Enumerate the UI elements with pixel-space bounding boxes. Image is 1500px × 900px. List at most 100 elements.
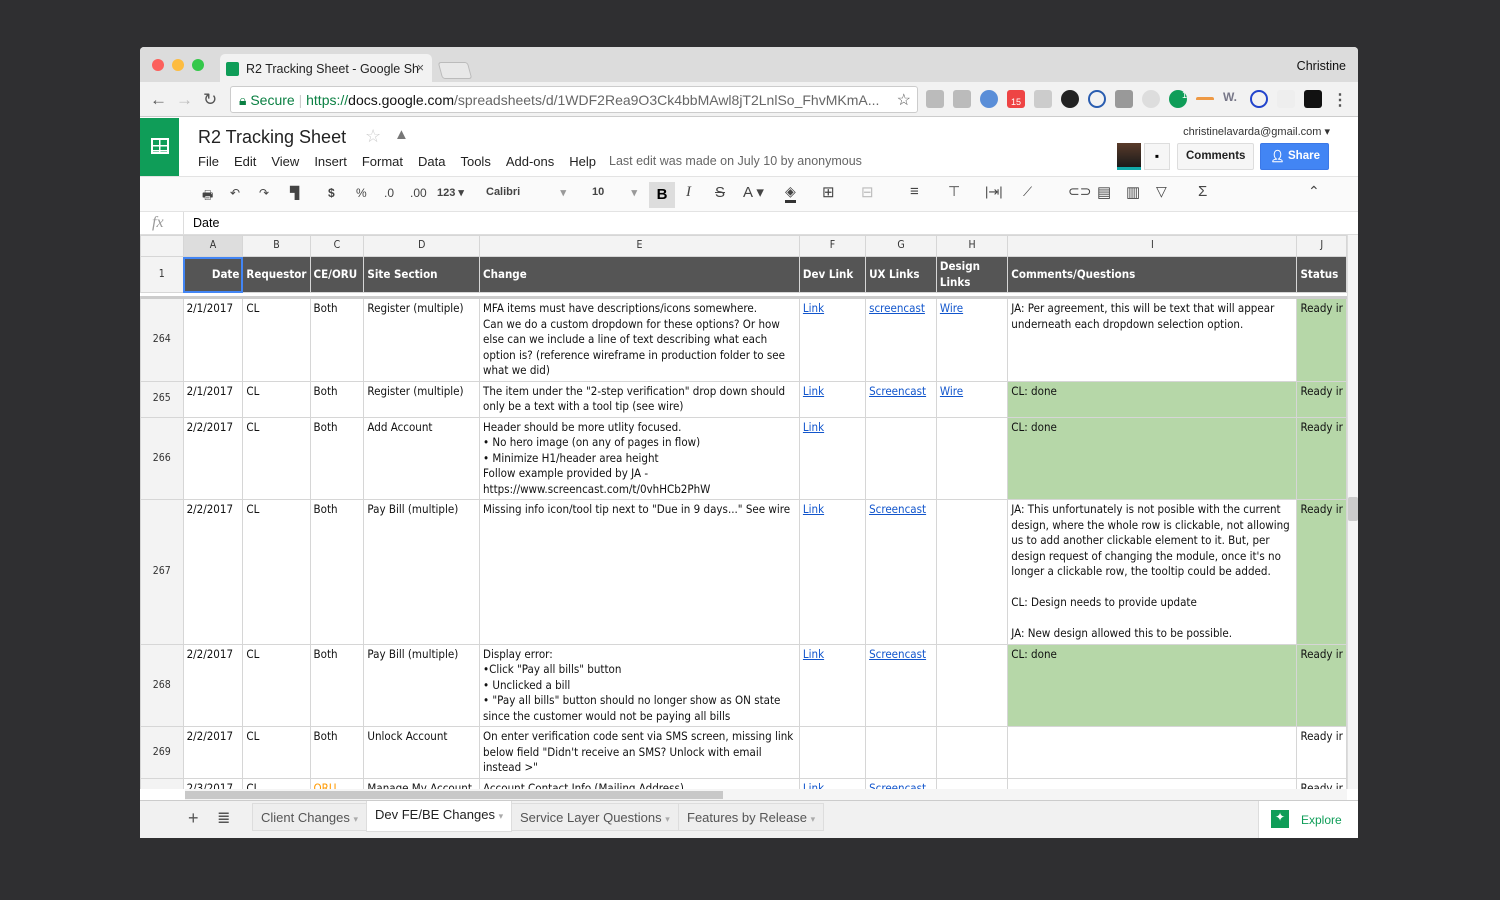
sheet-tab-service-layer-questions[interactable]: Service Layer Questions ▾ — [511, 803, 679, 831]
share-button[interactable]: 👤︎ Share — [1260, 143, 1329, 170]
account-email[interactable]: christinelavarda@gmail.com ▾ — [1183, 125, 1330, 138]
change-cell[interactable]: Display error: •Click "Pay all bills" bu… — [479, 643, 800, 727]
dev-link[interactable]: Link — [798, 380, 867, 418]
close-tab-icon[interactable]: × — [417, 61, 424, 75]
vertical-align-icon[interactable]: ⊤ — [948, 183, 960, 200]
select-all-corner[interactable] — [140, 235, 184, 257]
date-cell[interactable]: 2/1/2017 — [182, 297, 244, 382]
dev-link[interactable]: Link — [798, 416, 867, 500]
row-header[interactable]: 1 — [140, 256, 184, 293]
text-color-button[interactable]: A ▾ — [743, 183, 764, 201]
column-header-d[interactable]: D — [363, 235, 480, 257]
ce-oru-cell[interactable]: Both — [309, 726, 365, 779]
extension-icon[interactable] — [926, 90, 944, 108]
column-header-a[interactable]: A — [182, 235, 244, 257]
requestor-cell[interactable]: CL — [242, 643, 311, 727]
design-link[interactable] — [935, 499, 1009, 645]
extension-arrow-icon[interactable] — [1196, 97, 1214, 101]
column-header-f[interactable]: F — [798, 235, 867, 257]
status-cell[interactable]: Ready ir — [1296, 416, 1347, 500]
ce-oru-cell[interactable]: Both — [309, 643, 365, 727]
header-cell[interactable]: Design Links — [935, 256, 1009, 293]
status-cell[interactable]: Ready ir — [1296, 726, 1347, 779]
date-cell[interactable]: 2/2/2017 — [182, 416, 244, 500]
percent-button[interactable]: % — [356, 186, 367, 200]
ce-oru-cell[interactable]: Both — [309, 416, 365, 500]
increase-decimal-button[interactable]: .00 — [410, 186, 427, 200]
extension-globe-icon[interactable] — [980, 90, 998, 108]
row-header[interactable]: 264 — [140, 297, 184, 382]
new-tab-button[interactable] — [437, 62, 473, 79]
comments-cell[interactable]: CL: done — [1007, 643, 1298, 727]
ux-link[interactable]: Screencast — [865, 643, 937, 727]
menu-format[interactable]: Format — [362, 154, 403, 169]
fill-color-icon[interactable]: ◈ — [785, 183, 796, 203]
dev-link-text[interactable]: Link — [803, 502, 824, 516]
design-link[interactable] — [935, 643, 1009, 727]
header-cell[interactable]: CE/ORU — [309, 256, 365, 293]
header-cell[interactable]: Status — [1296, 256, 1347, 293]
dev-link[interactable]: Link — [798, 777, 867, 790]
extension-g-icon[interactable] — [953, 90, 971, 108]
ux-link[interactable] — [865, 726, 937, 779]
dev-link[interactable]: Link — [798, 643, 867, 727]
last-edit-link[interactable]: Last edit was made on July 10 by anonymo… — [609, 154, 862, 168]
url-input[interactable]: 🔒︎ Secure | https://docs.google.com/spre… — [230, 86, 918, 113]
explore-button[interactable]: ✦ Explore — [1258, 801, 1358, 838]
browser-menu-icon[interactable]: ⋮ — [1331, 90, 1349, 109]
redo-icon[interactable]: ↷ — [259, 186, 269, 200]
currency-button[interactable]: $ — [328, 186, 335, 200]
date-cell[interactable]: 2/2/2017 — [182, 499, 244, 645]
dev-link-text[interactable]: Link — [803, 301, 824, 315]
change-cell[interactable]: The item under the "2-step verification"… — [479, 380, 800, 418]
requestor-cell[interactable]: CL — [242, 380, 311, 418]
date-cell[interactable]: 2/2/2017 — [182, 726, 244, 779]
ux-link-text[interactable]: Screencast — [869, 502, 926, 516]
text-rotation-icon[interactable]: ⟋ — [1023, 184, 1032, 200]
status-cell[interactable]: Ready ir — [1296, 499, 1347, 645]
vertical-scrollbar[interactable] — [1347, 235, 1358, 789]
formula-input[interactable]: Date — [193, 216, 219, 230]
decrease-decimal-button[interactable]: .0 — [384, 186, 394, 200]
sheets-logo-icon[interactable] — [140, 118, 179, 176]
amazon-icon[interactable] — [1304, 90, 1322, 108]
header-cell[interactable]: Date — [182, 256, 244, 293]
change-cell[interactable]: On enter verification code sent via SMS … — [479, 726, 800, 779]
date-cell[interactable]: 2/2/2017 — [182, 643, 244, 727]
dev-link-text[interactable]: Link — [803, 781, 824, 790]
row-header[interactable]: 270 — [140, 777, 184, 789]
menu-help[interactable]: Help — [569, 154, 596, 169]
menu-data[interactable]: Data — [418, 154, 445, 169]
status-cell[interactable]: Ready ir — [1296, 643, 1347, 727]
ux-link-text[interactable]: Screencast — [869, 647, 926, 661]
requestor-cell[interactable]: CL — [242, 726, 311, 779]
menu-view[interactable]: View — [271, 154, 299, 169]
filter-icon[interactable]: ▽ — [1156, 183, 1167, 200]
menu-file[interactable]: File — [198, 154, 219, 169]
dev-link[interactable] — [798, 726, 867, 779]
ce-oru-cell[interactable]: Both — [309, 380, 365, 418]
menu-insert[interactable]: Insert — [314, 154, 347, 169]
column-header-e[interactable]: E — [479, 235, 800, 257]
borders-icon[interactable]: ⊞ — [822, 183, 835, 201]
star-icon[interactable]: ☆ — [365, 126, 381, 147]
text-wrap-icon[interactable]: |⇥| — [985, 184, 1003, 200]
change-cell[interactable]: MFA items must have descriptions/icons s… — [479, 297, 800, 382]
requestor-cell[interactable]: CL — [242, 297, 311, 382]
comment-icon[interactable]: ▤ — [1097, 183, 1111, 201]
requestor-cell[interactable]: CL — [242, 499, 311, 645]
column-header-j[interactable]: J — [1296, 235, 1347, 257]
ux-link[interactable]: Screencast — [865, 777, 937, 789]
bold-button[interactable]: B — [649, 182, 675, 208]
extension-camera-icon[interactable] — [1061, 90, 1079, 108]
column-header-g[interactable]: G — [865, 235, 937, 257]
spreadsheet-grid[interactable]: ABCDEFGHIJ 1 Date Requestor CE/ORU Site Sect… — [140, 235, 1347, 789]
comments-cell[interactable]: JA: Per agreement, this will be text tha… — [1007, 297, 1298, 382]
design-link[interactable] — [935, 777, 1009, 789]
row-header[interactable]: 269 — [140, 726, 184, 779]
chat-icon[interactable]: ▪ — [1144, 143, 1170, 170]
sheet-tab-client-changes[interactable]: Client Changes ▾ — [252, 803, 368, 831]
comments-cell[interactable] — [1007, 777, 1298, 789]
column-header-i[interactable]: I — [1007, 235, 1298, 257]
row-header[interactable]: 268 — [140, 643, 184, 727]
